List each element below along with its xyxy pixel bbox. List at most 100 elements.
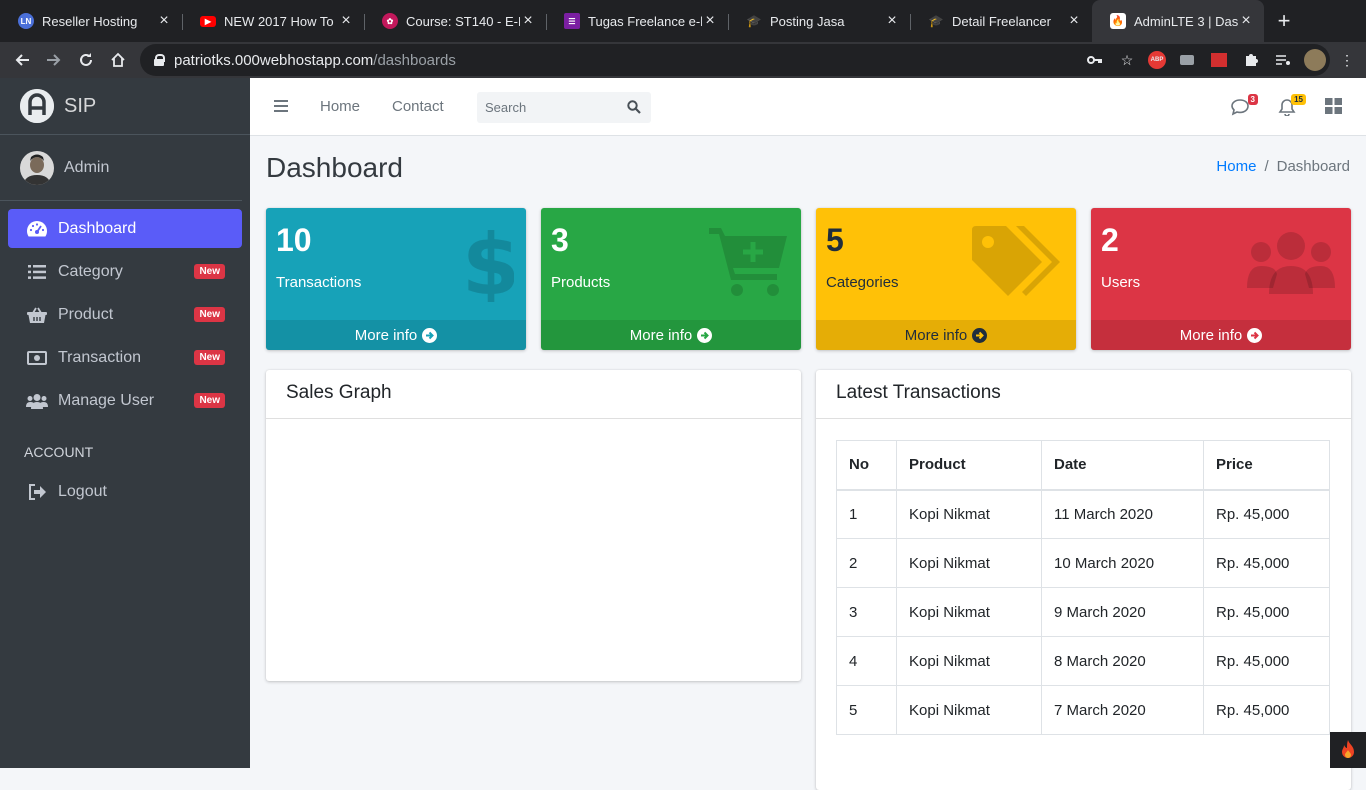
browser-tab-active[interactable]: 🔥 AdminLTE 3 | Dashbo ×: [1092, 0, 1264, 42]
basket-icon: [26, 305, 48, 325]
table-row: 2 Kopi Nikmat 10 March 2020 Rp. 45,000: [836, 538, 1330, 588]
table-row: 1 Kopi Nikmat 11 March 2020 Rp. 45,000: [836, 489, 1330, 539]
more-info-label: More info: [629, 326, 693, 344]
stat-label: Transactions: [276, 274, 362, 291]
tab-close-icon[interactable]: ×: [520, 12, 536, 30]
tab-favicon-icon: 🎓: [928, 14, 944, 28]
reload-icon[interactable]: [70, 44, 102, 76]
extension-red-icon[interactable]: [1208, 49, 1230, 71]
more-info-link[interactable]: More info: [816, 320, 1076, 350]
tab-close-icon[interactable]: ×: [1238, 12, 1254, 30]
sidebar-item-product[interactable]: Product New: [8, 295, 242, 334]
new-badge: New: [194, 264, 225, 279]
sidebar-item-manage-user[interactable]: Manage User New: [8, 381, 242, 420]
tab-favicon-icon: LN: [18, 13, 34, 29]
sidebar-item-category[interactable]: Category New: [8, 252, 242, 291]
user-panel[interactable]: Admin: [0, 135, 242, 201]
tab-close-icon[interactable]: ×: [338, 12, 354, 30]
key-icon[interactable]: [1084, 49, 1106, 71]
new-badge: New: [194, 350, 225, 365]
stat-box-categories: 5 Categories More info: [816, 208, 1076, 350]
new-tab-icon[interactable]: +: [1264, 0, 1304, 42]
tab-title: Detail Freelancer: [952, 13, 1051, 29]
table-cell: Rp. 45,000: [1203, 538, 1330, 588]
tab-close-icon[interactable]: ×: [702, 12, 718, 30]
stat-value: 3: [551, 222, 569, 258]
more-info-label: More info: [354, 326, 418, 344]
column-header: No: [836, 440, 897, 491]
browser-tab[interactable]: ✿ Course: ST140 - E-B ×: [364, 0, 546, 42]
browser-tab[interactable]: ☰ Tugas Freelance e-b ×: [546, 0, 728, 42]
more-info-link[interactable]: More info: [1091, 320, 1351, 350]
page-title: Dashboard: [266, 152, 403, 183]
forward-arrow-icon[interactable]: [38, 44, 70, 76]
transactions-table: No Product Date Price 1 Kopi Nikmat 11 M…: [836, 440, 1330, 735]
browser-tab[interactable]: LN Reseller Hosting ×: [0, 0, 182, 42]
more-info-label: More info: [1179, 326, 1243, 344]
table-cell: Kopi Nikmat: [896, 685, 1042, 735]
table-cell: 2: [836, 538, 897, 588]
tab-favicon-icon: ☰: [564, 13, 580, 29]
navbar-search: [477, 92, 651, 123]
sidebar-item-transaction[interactable]: Transaction New: [8, 338, 242, 377]
stat-value: 10: [276, 222, 312, 258]
breadcrumb-current: Dashboard: [1276, 158, 1350, 175]
card-title: Sales Graph: [266, 370, 801, 419]
messages-badge: 3: [1247, 94, 1258, 105]
home-icon[interactable]: [102, 44, 134, 76]
stat-label: Categories: [826, 274, 899, 291]
hamburger-menu-icon[interactable]: [274, 100, 288, 112]
tab-close-icon[interactable]: ×: [884, 12, 900, 30]
nav-link-contact[interactable]: Contact: [392, 98, 444, 115]
tachometer-icon: [26, 219, 48, 239]
menu-dots-icon[interactable]: ⋮: [1336, 49, 1358, 71]
avatar: [20, 150, 54, 185]
tab-close-icon[interactable]: ×: [1066, 12, 1082, 30]
card-title: Latest Transactions: [816, 370, 1351, 419]
url-path: /dashboards: [373, 51, 456, 69]
url-host: patriotks.000webhostapp.com: [174, 51, 374, 69]
profile-avatar-icon[interactable]: [1304, 49, 1326, 71]
table-cell: Kopi Nikmat: [896, 636, 1042, 686]
star-icon[interactable]: ☆: [1116, 49, 1138, 71]
browser-tab[interactable]: 🎓 Posting Jasa ×: [728, 0, 910, 42]
tab-favicon-icon: ✿: [382, 13, 398, 29]
nav-link-home[interactable]: Home: [320, 98, 360, 115]
sidebar-item-label: Logout: [58, 482, 107, 500]
arrow-circle-right-icon: [422, 327, 438, 343]
brand-link[interactable]: SIP: [0, 78, 250, 135]
content-wrapper: Dashboard Home / Dashboard 10 Transactions…: [250, 136, 1366, 790]
sidebar-item-label: Manage User: [58, 391, 155, 409]
more-info-link[interactable]: More info: [541, 320, 801, 350]
flame-icon[interactable]: [1330, 732, 1366, 768]
table-cell: Kopi Nikmat: [896, 489, 1042, 539]
sidebar-item-dashboard[interactable]: Dashboard: [8, 209, 242, 248]
bell-icon[interactable]: 15: [1278, 94, 1306, 117]
table-cell: 4: [836, 636, 897, 686]
messages-icon[interactable]: 3: [1230, 94, 1258, 116]
puzzle-icon[interactable]: [1240, 49, 1262, 71]
table-cell: 7 March 2020: [1041, 685, 1204, 735]
new-badge: New: [194, 393, 225, 408]
cart-plus-icon: [709, 226, 789, 303]
sidebar-item-logout[interactable]: Logout: [8, 472, 242, 511]
back-arrow-icon[interactable]: [6, 44, 38, 76]
table-row: 3 Kopi Nikmat 9 March 2020 Rp. 45,000: [836, 587, 1330, 637]
browser-tab[interactable]: ▶ NEW 2017 How To In ×: [182, 0, 364, 42]
breadcrumb-home-link[interactable]: Home: [1216, 158, 1256, 175]
latest-transactions-card: Latest Transactions No Product Date Pric…: [816, 370, 1351, 790]
menu-header-account: ACCOUNT: [24, 444, 94, 460]
search-input[interactable]: [477, 92, 617, 123]
grid-icon[interactable]: [1325, 98, 1345, 116]
more-info-link[interactable]: More info: [266, 320, 526, 350]
browser-tab[interactable]: 🎓 Detail Freelancer ×: [910, 0, 1092, 42]
stat-label: Users: [1101, 274, 1141, 291]
stat-value: 5: [826, 222, 844, 258]
adblock-icon[interactable]: ABP: [1148, 51, 1166, 69]
tab-close-icon[interactable]: ×: [156, 12, 172, 30]
media-queue-icon[interactable]: [1272, 49, 1294, 71]
table-row: 5 Kopi Nikmat 7 March 2020 Rp. 45,000: [836, 685, 1330, 735]
search-icon[interactable]: [627, 100, 641, 119]
stat-value: 2: [1101, 222, 1119, 258]
extension-icon[interactable]: [1176, 49, 1198, 71]
